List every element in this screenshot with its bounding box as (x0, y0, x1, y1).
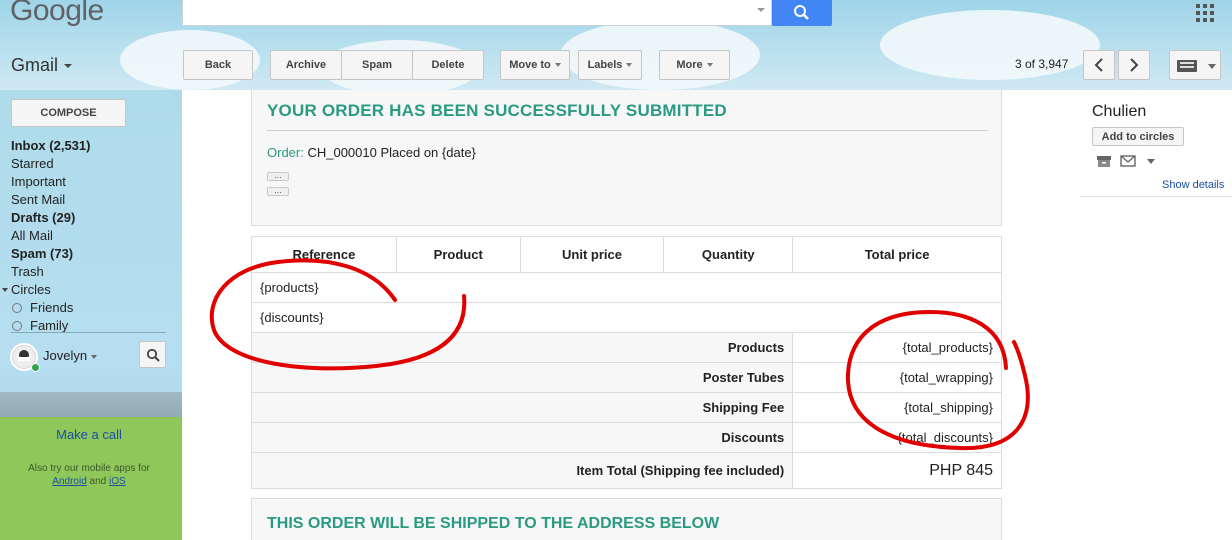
contact-panel: Chulien Add to circles Show details (1080, 90, 1232, 540)
show-trimmed-content-button[interactable]: ... (267, 186, 289, 196)
search-button[interactable] (772, 0, 832, 26)
chevron-down-icon (626, 63, 633, 67)
sidebar-item-sent[interactable]: Sent Mail (11, 191, 90, 209)
summary-value: {total_discounts} (792, 422, 1002, 453)
email-body: YOUR ORDER HAS BEEN SUCCESSFULLY SUBMITT… (182, 90, 1080, 540)
apps-grid-icon[interactable] (1196, 4, 1214, 22)
show-details-link[interactable]: Show details (1162, 179, 1224, 191)
move-to-button[interactable]: Move to (500, 50, 570, 80)
divider (267, 130, 988, 131)
chevron-down-icon[interactable] (1146, 154, 1162, 168)
divider (11, 332, 166, 333)
page-count: 3 of 3,947 (1015, 57, 1069, 71)
archive-button[interactable]: Archive (270, 50, 342, 80)
summary-value: {total_wrapping} (792, 362, 1002, 393)
search-options-icon[interactable] (757, 8, 765, 12)
search-people-button[interactable] (139, 341, 166, 368)
chevron-down-icon (554, 63, 561, 67)
sidebar-item-all-mail[interactable]: All Mail (11, 227, 90, 245)
order-reference: Order: CH_000010 Placed on {date} (267, 145, 476, 160)
search-icon (794, 5, 809, 20)
sidebar-item-friends[interactable]: Friends (11, 299, 90, 317)
table-row: Item Total (Shipping fee included) PHP 8… (250, 452, 1002, 489)
table-row: Products {total_products} (250, 332, 1002, 363)
sidebar-item-trash[interactable]: Trash (11, 263, 90, 281)
android-link[interactable]: Android (52, 476, 86, 487)
header-banner: Google Gmail Back Archive Spam Delete Mo… (0, 0, 1232, 90)
shipping-address-box: THIS ORDER WILL BE SHIPPED TO THE ADDRES… (251, 498, 1002, 540)
column-header: Product (395, 236, 521, 273)
summary-label: Item Total (Shipping fee included) (250, 452, 794, 489)
online-status-icon (31, 363, 40, 372)
search-input[interactable] (182, 0, 772, 26)
chevron-down-icon[interactable] (2, 288, 8, 292)
divider (1080, 196, 1232, 197)
summary-label: Products (250, 332, 794, 363)
google-logo[interactable]: Google (10, 0, 104, 28)
column-header: Unit price (519, 236, 665, 273)
chevron-left-icon (1094, 58, 1103, 72)
keyboard-icon (1177, 60, 1216, 72)
shipping-title: THIS ORDER WILL BE SHIPPED TO THE ADDRES… (267, 515, 720, 532)
chevron-down-icon (91, 354, 98, 359)
column-header: Total price (792, 236, 1002, 273)
summary-value: {total_products} (792, 332, 1002, 363)
table-row: {products} (251, 272, 1002, 303)
total-value: PHP 845 (792, 452, 1002, 489)
search-icon (146, 348, 160, 362)
sidebar-item-inbox[interactable]: Inbox (2,531) (11, 137, 90, 155)
table-header-row: Reference Product Unit price Quantity To… (251, 236, 1002, 273)
table-row: Shipping Fee {total_shipping} (250, 392, 1002, 423)
contact-name[interactable]: Chulien (1092, 103, 1146, 121)
show-trimmed-content-button[interactable]: ... (267, 171, 289, 181)
input-tools-button[interactable] (1169, 50, 1221, 80)
sidebar-item-drafts[interactable]: Drafts (29) (11, 209, 90, 227)
products-placeholder: {products} (251, 272, 1002, 303)
sidebar-item-circles[interactable]: Circles (2, 281, 90, 299)
user-name[interactable]: Jovelyn (43, 348, 98, 363)
older-button[interactable] (1118, 50, 1150, 80)
summary-label: Shipping Fee (250, 392, 794, 423)
make-call-link[interactable]: Make a call (0, 427, 178, 442)
sidebar-item-starred[interactable]: Starred (11, 155, 90, 173)
gmail-menu[interactable]: Gmail (11, 55, 73, 76)
newer-button[interactable] (1083, 50, 1115, 80)
mail-icon[interactable] (1120, 154, 1136, 168)
left-sidebar: COMPOSE Inbox (2,531) Starred Important … (0, 90, 182, 540)
chevron-down-icon (706, 63, 713, 67)
labels-button[interactable]: Labels (578, 50, 642, 80)
back-button[interactable]: Back (183, 50, 253, 80)
mobile-apps-promo: Also try our mobile apps for Android and… (28, 463, 150, 487)
more-button[interactable]: More (659, 50, 730, 80)
order-summary-box: YOUR ORDER HAS BEEN SUCCESSFULLY SUBMITT… (251, 90, 1002, 226)
summary-value: {total_shipping} (792, 392, 1002, 423)
order-table: Reference Product Unit price Quantity To… (250, 236, 1002, 489)
mail-nav: Inbox (2,531) Starred Important Sent Mai… (2, 137, 90, 335)
circle-icon (12, 303, 22, 313)
gmail-label: Gmail (11, 55, 59, 75)
summary-label: Discounts (250, 422, 794, 453)
column-header: Reference (251, 236, 397, 273)
chevron-right-icon (1130, 58, 1139, 72)
order-confirmation-title: YOUR ORDER HAS BEEN SUCCESSFULLY SUBMITT… (267, 101, 727, 120)
sidebar-item-important[interactable]: Important (11, 173, 90, 191)
chevron-down-icon (64, 64, 73, 69)
table-row: Poster Tubes {total_wrapping} (250, 362, 1002, 393)
archive-icon[interactable] (1096, 154, 1112, 168)
ios-link[interactable]: iOS (109, 476, 126, 487)
compose-button[interactable]: COMPOSE (11, 99, 126, 127)
table-row: {discounts} (251, 302, 1002, 333)
delete-button[interactable]: Delete (412, 50, 484, 80)
circle-icon (12, 321, 22, 331)
add-to-circles-button[interactable]: Add to circles (1092, 127, 1184, 146)
summary-label: Poster Tubes (250, 362, 794, 393)
table-row: Discounts {total_discounts} (250, 422, 1002, 453)
discounts-placeholder: {discounts} (251, 302, 1002, 333)
sidebar-item-spam[interactable]: Spam (73) (11, 245, 90, 263)
spam-button[interactable]: Spam (341, 50, 413, 80)
column-header: Quantity (663, 236, 794, 273)
